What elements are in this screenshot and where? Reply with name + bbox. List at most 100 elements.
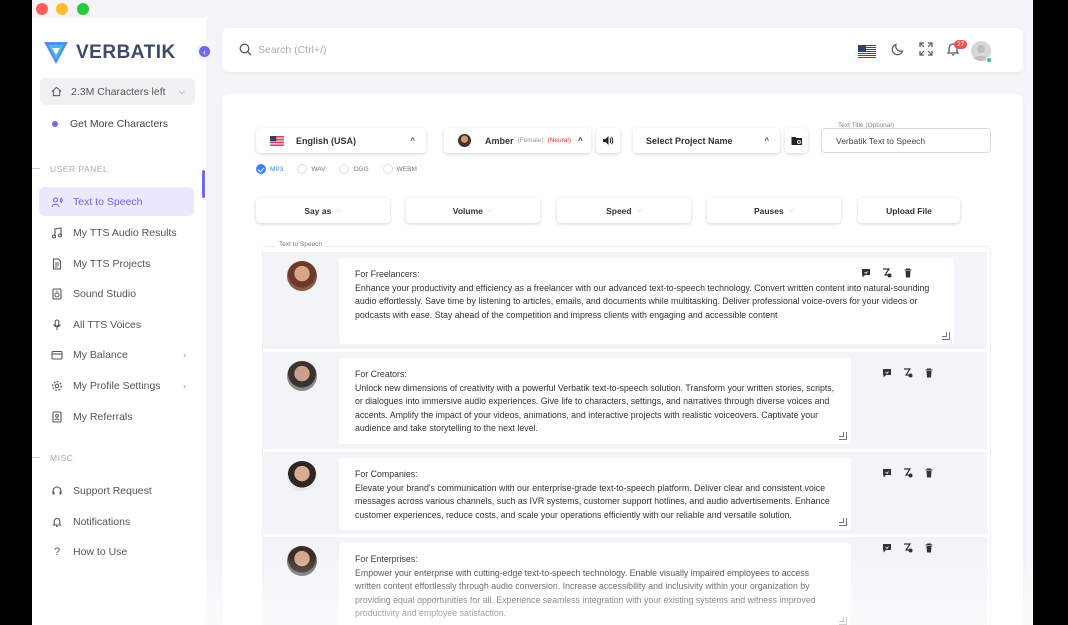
verbatik-logo-icon bbox=[44, 42, 68, 64]
voice-change-icon[interactable] bbox=[903, 543, 913, 553]
tts-text-editor[interactable]: For Companies: Elevate your brand's comm… bbox=[339, 458, 851, 530]
bullet-icon bbox=[52, 121, 58, 127]
block-actions bbox=[861, 268, 913, 278]
voice-change-icon[interactable] bbox=[903, 368, 913, 378]
chevron-up-icon: ^ bbox=[410, 136, 415, 145]
option-label: Say as bbox=[304, 205, 332, 216]
search-input[interactable] bbox=[258, 41, 558, 59]
tts-block-creators: For Creators: Unlock new dimensions of c… bbox=[263, 352, 987, 449]
block-body: Unlock new dimensions of creativity with… bbox=[355, 382, 835, 434]
sidebar-item-my-referrals[interactable]: My Referrals bbox=[39, 402, 194, 431]
resize-handle-icon[interactable] bbox=[839, 432, 847, 440]
wallet-icon bbox=[51, 350, 63, 360]
sidebar-item-my-tts-audio-results[interactable]: My TTS Audio Results bbox=[39, 218, 194, 247]
get-more-characters-link[interactable]: Get More Characters bbox=[52, 118, 168, 130]
chevron-right-icon: › bbox=[183, 349, 186, 360]
format-option-wav[interactable]: WAV bbox=[297, 164, 325, 174]
characters-left-dropdown[interactable]: 2.3M Characters left ⌵ bbox=[40, 78, 195, 105]
new-project-button[interactable] bbox=[785, 128, 808, 153]
speaker-avatar[interactable] bbox=[287, 461, 317, 491]
trash-icon[interactable] bbox=[903, 268, 913, 278]
characters-left-label: 2.3M Characters left bbox=[71, 85, 166, 98]
sidebar-item-my-profile-settings[interactable]: My Profile Settings › bbox=[39, 371, 194, 400]
tts-block-companies: For Companies: Elevate your brand's comm… bbox=[263, 452, 987, 534]
project-label: Select Project Name bbox=[646, 135, 733, 146]
moon-icon[interactable] bbox=[891, 42, 905, 56]
trash-icon[interactable] bbox=[924, 468, 934, 478]
title-input[interactable]: Verbatik Text to Speech bbox=[821, 128, 991, 153]
sidebar-item-label: Support Request bbox=[73, 484, 152, 497]
sidebar-item-support-request[interactable]: Support Request bbox=[39, 476, 194, 505]
comment-icon[interactable] bbox=[882, 468, 892, 478]
speaker-avatar[interactable] bbox=[287, 361, 317, 391]
radio-icon bbox=[297, 164, 308, 174]
chevron-up-icon: ^ bbox=[578, 136, 583, 145]
section-user-panel: USER PANEL bbox=[32, 164, 109, 174]
resize-handle-icon[interactable] bbox=[942, 332, 950, 340]
format-label: OGG bbox=[353, 165, 369, 173]
voice-change-icon[interactable] bbox=[903, 468, 913, 478]
speaker-avatar[interactable] bbox=[287, 546, 317, 576]
block-actions bbox=[882, 468, 934, 478]
voice-select[interactable]: Amber (Female) (Neural) ^ bbox=[444, 128, 591, 153]
brand-name: VERBATIK bbox=[76, 42, 176, 63]
format-option-mp3[interactable]: MP3 bbox=[256, 164, 283, 174]
tts-text-editor[interactable]: For Creators: Unlock new dimensions of c… bbox=[339, 358, 851, 444]
title-value: Verbatik Text to Speech bbox=[836, 135, 926, 146]
sidebar-item-my-tts-projects[interactable]: My TTS Projects bbox=[39, 249, 194, 278]
project-select[interactable]: Select Project Name ^ bbox=[633, 128, 780, 153]
search-icon bbox=[239, 43, 252, 56]
brand-logo[interactable]: VERBATIK bbox=[44, 42, 176, 64]
sidebar-item-notifications[interactable]: Notifications bbox=[39, 507, 194, 536]
speed-dropdown[interactable]: Speed ⌵ bbox=[557, 198, 691, 223]
section-misc: MISC bbox=[32, 453, 74, 463]
resize-handle-icon[interactable] bbox=[839, 518, 847, 526]
voice-avatar bbox=[458, 134, 471, 147]
play-preview-button[interactable] bbox=[596, 128, 620, 153]
comment-icon[interactable] bbox=[882, 543, 892, 553]
format-option-ogg[interactable]: OGG bbox=[339, 164, 369, 174]
upload-label: Upload File bbox=[886, 205, 932, 216]
resize-handle-icon[interactable] bbox=[839, 617, 847, 625]
sidebar-item-text-to-speech[interactable]: Text to Speech bbox=[39, 187, 194, 216]
block-heading: For Enterprises: bbox=[355, 554, 418, 564]
trash-icon[interactable] bbox=[924, 543, 934, 553]
sidebar-item-how-to-use[interactable]: ? How to Use bbox=[39, 537, 194, 566]
sidebar-item-label: Text to Speech bbox=[73, 195, 143, 208]
option-label: Speed bbox=[606, 205, 632, 216]
block-heading: For Companies: bbox=[355, 469, 418, 479]
sidebar-item-sound-studio[interactable]: Sound Studio bbox=[39, 279, 194, 308]
format-option-webm[interactable]: WEBM bbox=[382, 164, 417, 174]
sidebar: VERBATIK 2.3M Characters left ⌵ Get More… bbox=[32, 18, 206, 625]
language-select[interactable]: English (USA) ^ bbox=[256, 128, 426, 153]
chevron-right-icon: › bbox=[183, 380, 186, 391]
block-heading: For Creators: bbox=[355, 369, 407, 379]
question-icon: ? bbox=[53, 545, 61, 558]
voice-change-icon[interactable] bbox=[882, 268, 892, 278]
tts-area-label: Text to Speech bbox=[277, 241, 324, 248]
pauses-dropdown[interactable]: Pauses ⌵ bbox=[707, 198, 841, 223]
trash-icon[interactable] bbox=[924, 368, 934, 378]
sidebar-item-all-tts-voices[interactable]: All TTS Voices bbox=[39, 310, 194, 339]
sidebar-item-label: My Profile Settings bbox=[73, 379, 161, 392]
comment-icon[interactable] bbox=[882, 368, 892, 378]
chevron-down-icon: ⌵ bbox=[788, 206, 795, 214]
chevron-left-icon: ‹ bbox=[203, 46, 206, 57]
speaker-avatar[interactable] bbox=[287, 261, 317, 291]
online-status-dot bbox=[986, 57, 992, 63]
radio-checked-icon bbox=[256, 164, 266, 174]
sound-studio-icon bbox=[52, 287, 62, 300]
option-label: Pauses bbox=[753, 205, 784, 216]
upload-file-button[interactable]: Upload File bbox=[858, 198, 960, 223]
app-content: VERBATIK 2.3M Characters left ⌵ Get More… bbox=[32, 0, 1033, 625]
us-flag-icon bbox=[270, 135, 284, 146]
comment-icon[interactable] bbox=[861, 268, 871, 278]
chevron-down-icon: ⌵ bbox=[178, 86, 185, 96]
collapse-sidebar-button[interactable]: ‹ bbox=[196, 43, 213, 60]
volume-dropdown[interactable]: Volume ⌵ bbox=[406, 198, 540, 223]
sidebar-item-my-balance[interactable]: My Balance › bbox=[39, 340, 194, 369]
fullscreen-icon[interactable] bbox=[919, 42, 933, 56]
tts-text-editor[interactable]: For Enterprises: Empower your enterprise… bbox=[339, 543, 851, 625]
say-as-dropdown[interactable]: Say as ⌵ bbox=[256, 198, 390, 223]
us-flag-icon[interactable] bbox=[858, 45, 876, 58]
